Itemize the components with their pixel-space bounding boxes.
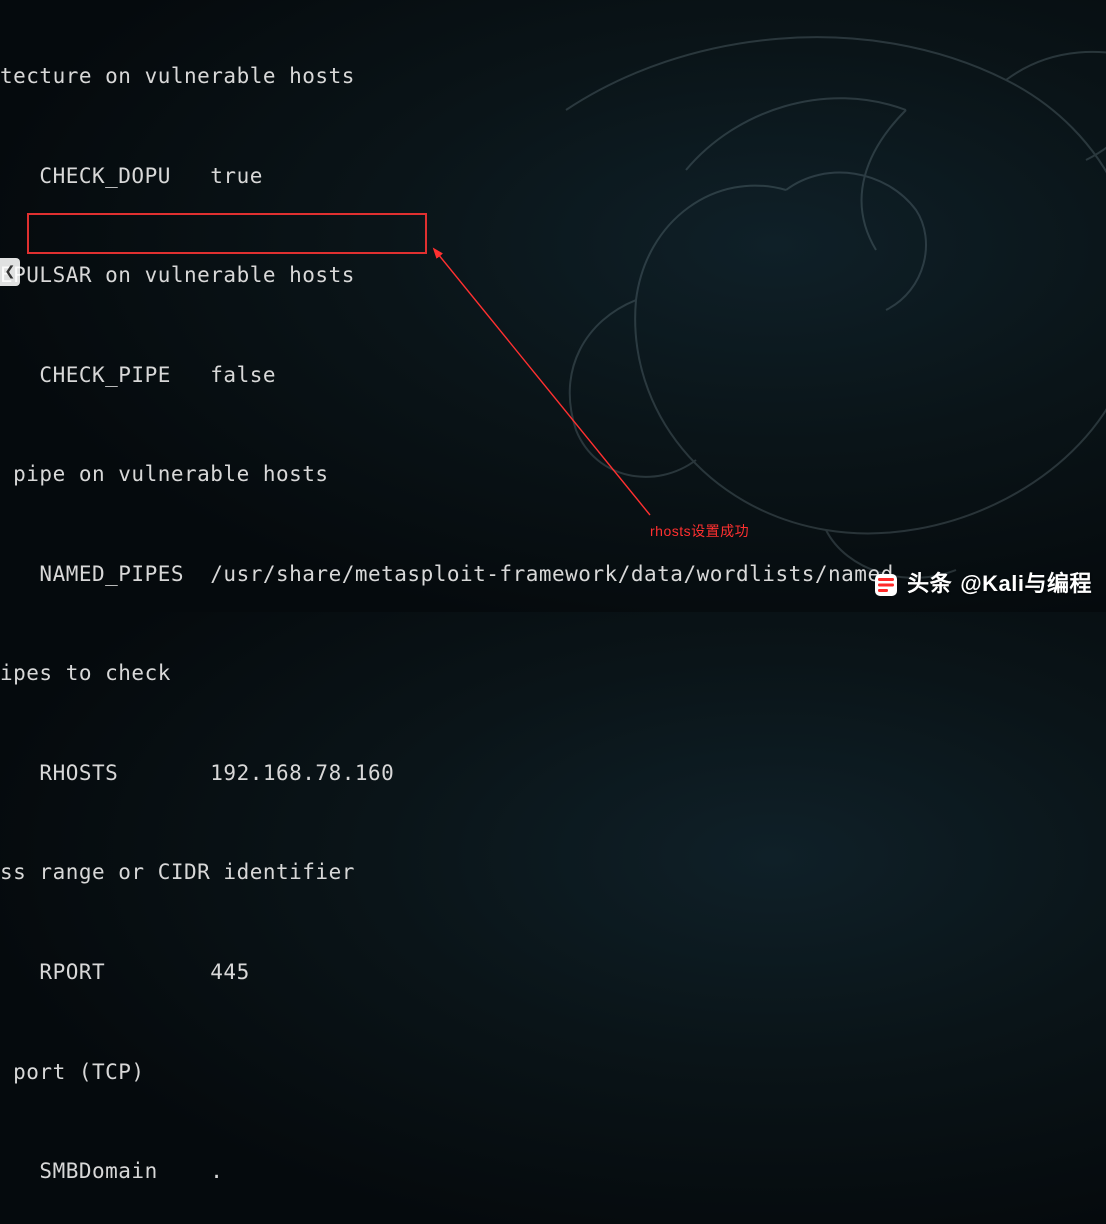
terminal-line: CHECK_PIPE false (0, 359, 894, 392)
toutiao-logo-icon (873, 572, 899, 598)
terminal-line: SMBDomain . (0, 1155, 894, 1188)
terminal-line-rhosts: RHOSTS 192.168.78.160 (0, 757, 894, 790)
terminal-line: RPORT 445 (0, 956, 894, 989)
terminal-line: tecture on vulnerable hosts (0, 60, 894, 93)
watermark-handle: @Kali与编程 (960, 567, 1092, 602)
terminal-line: ipes to check (0, 657, 894, 690)
prev-image-button[interactable]: ❮ (0, 258, 20, 286)
chevron-left-icon: ❮ (4, 258, 15, 286)
watermark-prefix: 头条 (907, 567, 952, 602)
terminal-line: ss range or CIDR identifier (0, 856, 894, 889)
terminal-line: NAMED_PIPES /usr/share/metasploit-framew… (0, 558, 894, 591)
watermark: 头条 @Kali与编程 (873, 567, 1092, 602)
annotation-label: rhosts设置成功 (650, 520, 749, 542)
terminal-line: port (TCP) (0, 1056, 894, 1089)
terminal-line: EPULSAR on vulnerable hosts (0, 259, 894, 292)
terminal-line: CHECK_DOPU true (0, 160, 894, 193)
terminal-line: pipe on vulnerable hosts (0, 458, 894, 491)
terminal-output: tecture on vulnerable hosts CHECK_DOPU t… (0, 0, 894, 1224)
